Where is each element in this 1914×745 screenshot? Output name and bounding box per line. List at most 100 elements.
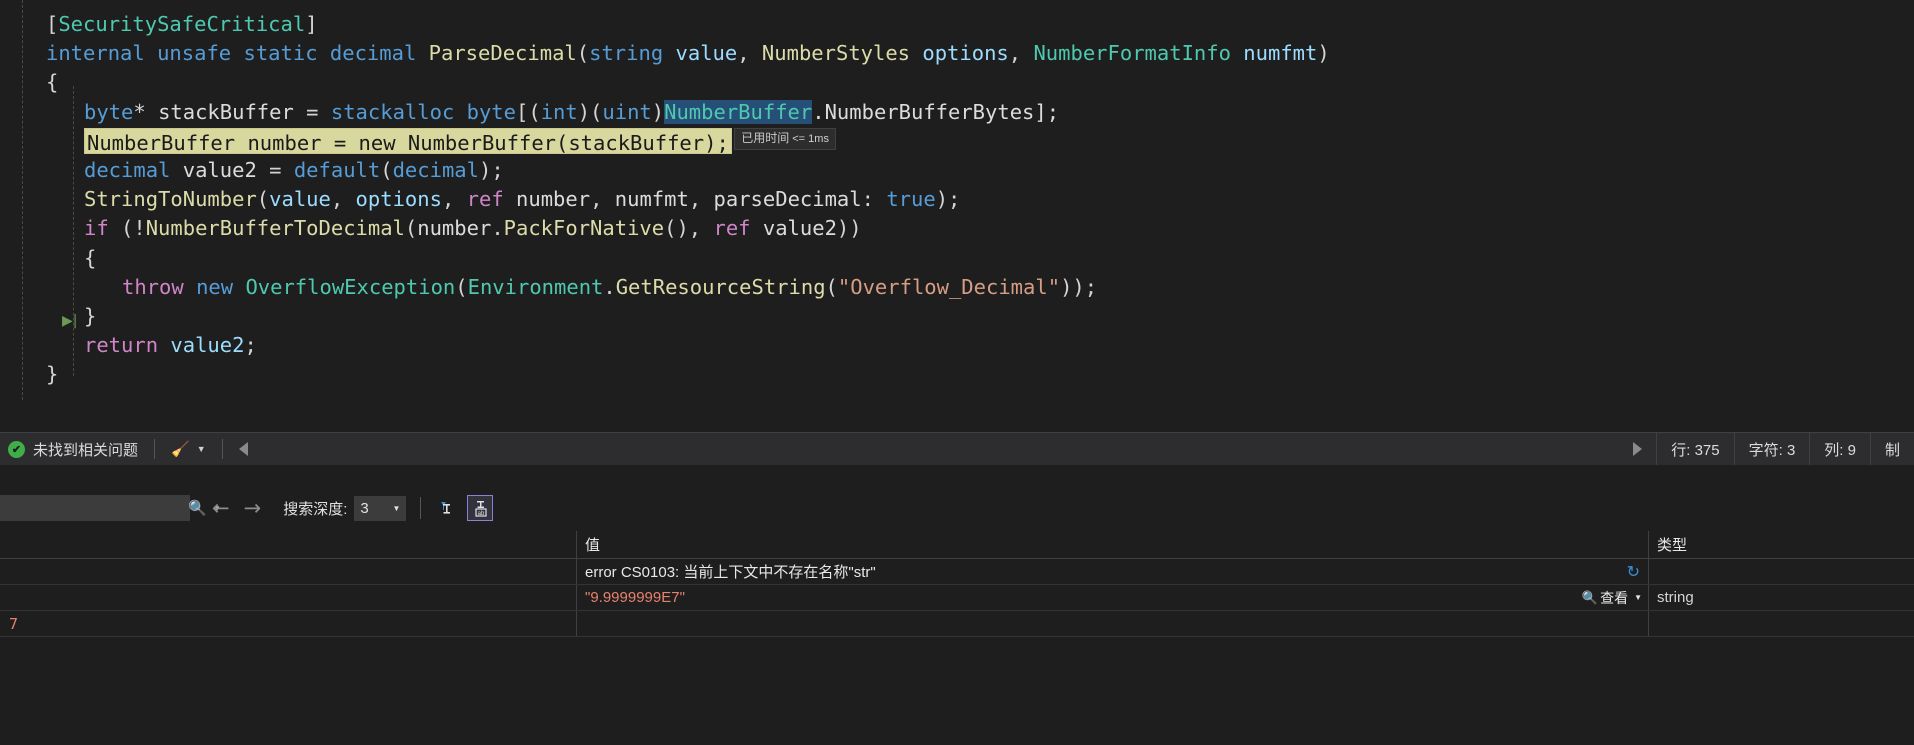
cell-type-text: string: [1657, 589, 1694, 606]
code-editor[interactable]: [SecuritySafeCritical] internal unsafe st…: [0, 0, 1914, 432]
view-label: 查看: [1600, 589, 1629, 606]
code-line[interactable]: {: [0, 244, 1914, 273]
next-button[interactable]: [1619, 433, 1656, 465]
code-line[interactable]: byte* stackBuffer = stackalloc byte[(int…: [0, 98, 1914, 127]
cell-value-partial[interactable]: [577, 611, 1649, 636]
selected-token[interactable]: NumberBuffer: [664, 99, 813, 124]
code-token: ): [651, 99, 665, 124]
code-line-text: decimal value2 = default(decimal);: [0, 158, 504, 182]
code-line-text: }: [0, 362, 58, 386]
code-lines[interactable]: [SecuritySafeCritical] internal unsafe st…: [0, 10, 1914, 389]
search-depth-label: 搜索深度:: [283, 500, 348, 518]
code-token: int: [540, 99, 578, 124]
cell-type: [1649, 559, 1914, 584]
code-line[interactable]: return value2;: [0, 331, 1914, 360]
code-line-text: }: [0, 304, 96, 328]
code-token: )(: [577, 99, 603, 124]
table-row[interactable]: "9.9999999E7" 🔍 查看 ▼ string: [0, 585, 1914, 611]
code-token: parseDecimal: [713, 187, 862, 212]
search-icon[interactable]: 🔍: [188, 499, 207, 517]
code-line[interactable]: {: [0, 68, 1914, 97]
code-token: (: [404, 216, 418, 241]
code-token: static: [243, 41, 318, 66]
code-token: internal: [46, 41, 145, 66]
watch-grid[interactable]: 值 类型 error CS0103: 当前上下文中不存在名称"str" ↻ "9…: [0, 531, 1914, 666]
code-token: value: [675, 41, 738, 66]
view-value-button[interactable]: 🔍 查看 ▼: [1582, 588, 1642, 608]
code-token: if: [84, 216, 109, 241]
column-header-type[interactable]: 类型: [1649, 531, 1914, 558]
pin-filter-button[interactable]: [433, 495, 459, 521]
code-token: NumberFormatInfo: [1033, 41, 1231, 66]
status-bar: ✔ 未找到相关问题 🧹 ▼ 行: 375 字符: 3 列: 9 制: [0, 432, 1914, 465]
code-token: decimal: [329, 41, 417, 66]
code-token: ,: [330, 187, 356, 212]
status-column: 列: 9: [1809, 433, 1870, 465]
code-line[interactable]: decimal value2 = default(decimal);: [0, 156, 1914, 185]
prev-button[interactable]: [238, 442, 248, 456]
refresh-icon[interactable]: ↻: [1627, 562, 1640, 581]
code-line[interactable]: internal unsafe static decimal ParseDeci…: [0, 39, 1914, 68]
code-token: (!: [108, 216, 146, 241]
pin-value-button[interactable]: ab: [467, 495, 494, 521]
divider: [154, 439, 156, 459]
cell-value-text: "9.9999999E7": [585, 589, 685, 606]
column-header-value[interactable]: 值: [577, 531, 1649, 558]
code-line[interactable]: throw new OverflowException(Environment.…: [0, 273, 1914, 302]
chevron-down-icon[interactable]: ▼: [197, 444, 206, 454]
code-token: [: [46, 12, 59, 36]
code-token: options: [922, 41, 1009, 66]
code-token: unsafe: [157, 41, 232, 66]
code-line[interactable]: NumberBuffer number = new NumberBuffer(s…: [0, 127, 1914, 156]
cell-value[interactable]: error CS0103: 当前上下文中不存在名称"str" ↻: [577, 559, 1649, 584]
table-row[interactable]: error CS0103: 当前上下文中不存在名称"str" ↻: [0, 559, 1914, 585]
table-row-partial[interactable]: 7: [0, 611, 1914, 637]
chevron-down-icon[interactable]: ▼: [1634, 593, 1642, 602]
code-token: }: [46, 362, 59, 387]
code-token: ));: [1060, 274, 1098, 299]
cell-value[interactable]: "9.9999999E7" 🔍 查看 ▼: [577, 585, 1649, 610]
search-input-wrapper[interactable]: 🔍 ▾: [0, 495, 219, 521]
code-token: numfmt: [614, 187, 689, 212]
pin-icon: [441, 502, 451, 514]
elapsed-time-tooltip: 已用时间 <= 1ms: [734, 127, 836, 150]
broom-icon: 🧹: [171, 441, 190, 458]
code-token: OverflowException: [245, 274, 456, 299]
column-header-name[interactable]: [0, 531, 577, 558]
code-token: {: [84, 245, 97, 270]
code-line[interactable]: [SecuritySafeCritical]: [0, 10, 1914, 39]
search-depth-select[interactable]: 3 ▼: [354, 495, 407, 521]
watch-panel[interactable]: 🔍 ▾ ← → 搜索深度: 3 ▼ ab 值 类型 error CS0103: …: [0, 465, 1914, 745]
fold-arrow-icon[interactable]: ▶|: [62, 307, 77, 336]
code-token: throw: [122, 274, 184, 299]
code-token: (: [576, 41, 590, 66]
search-back-button[interactable]: ←: [212, 496, 230, 520]
cell-name-partial[interactable]: 7: [0, 611, 577, 636]
code-token: );: [935, 187, 961, 212]
code-token: (),: [664, 216, 714, 241]
code-line[interactable]: ▶|}: [0, 302, 1914, 331]
code-token: :: [861, 187, 887, 212]
broom-button[interactable]: 🧹 ▼: [171, 440, 206, 458]
code-token: *: [133, 99, 159, 124]
code-line[interactable]: if (!NumberBufferToDecimal(number.PackFo…: [0, 214, 1914, 243]
code-token: uint: [602, 99, 652, 124]
search-forward-button[interactable]: →: [244, 496, 262, 520]
code-token: ,: [688, 187, 714, 212]
search-input[interactable]: [5, 500, 186, 516]
code-line-text: {: [0, 246, 96, 270]
cell-name[interactable]: [0, 559, 577, 584]
magnifier-icon: 🔍: [1581, 589, 1599, 605]
code-line-text: StringToNumber(value, options, ref numbe…: [0, 187, 960, 211]
code-line[interactable]: }: [0, 360, 1914, 389]
cell-name[interactable]: [0, 585, 577, 610]
code-line[interactable]: StringToNumber(value, options, ref numbe…: [0, 185, 1914, 214]
watch-toolbar[interactable]: 🔍 ▾ ← → 搜索深度: 3 ▼ ab: [0, 490, 1914, 526]
